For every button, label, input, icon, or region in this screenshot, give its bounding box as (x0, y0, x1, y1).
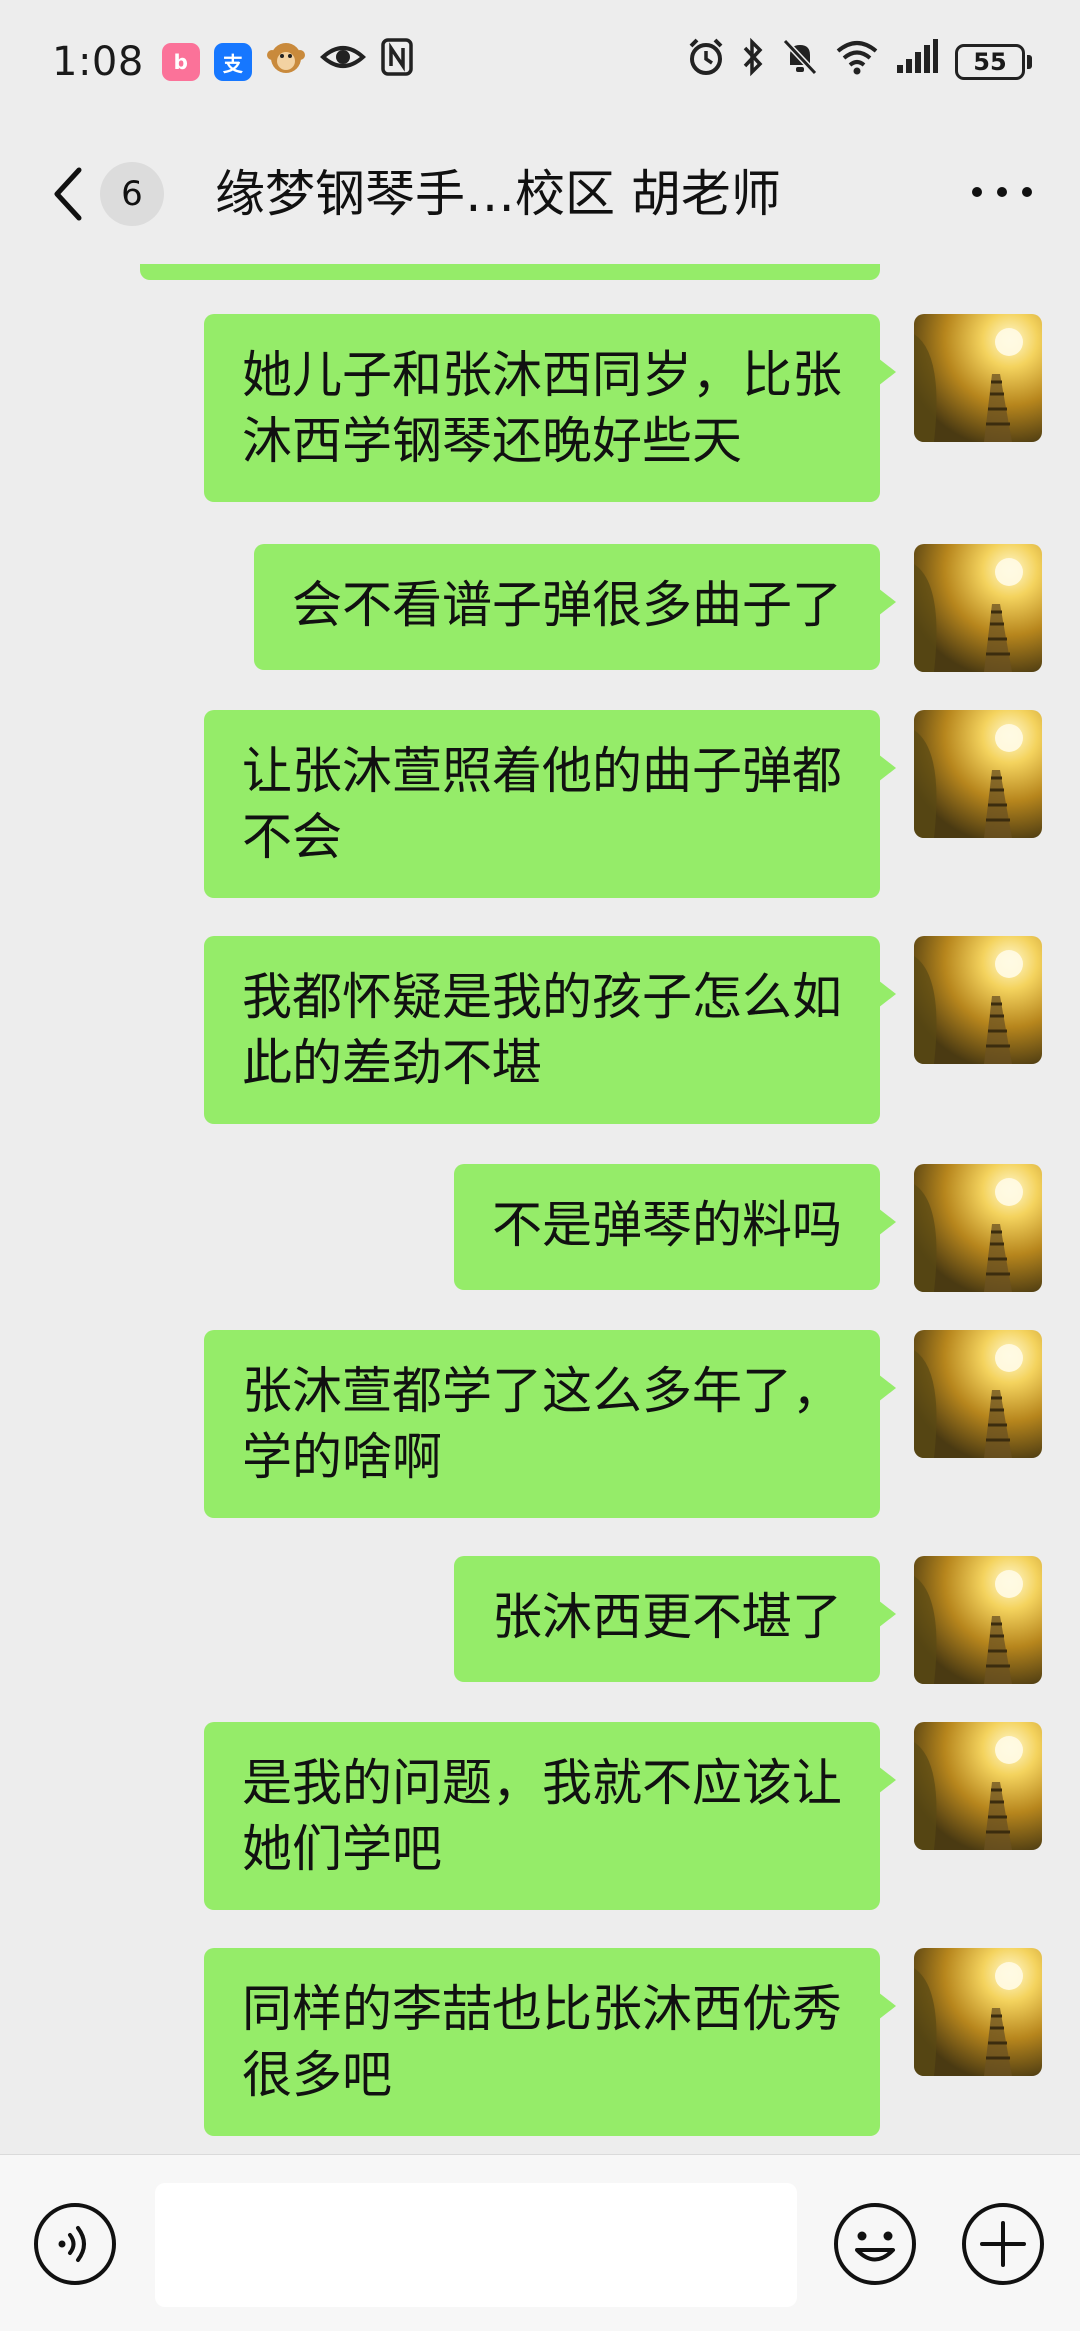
alarm-icon (687, 37, 725, 87)
battery-indicator: 55 (955, 44, 1032, 80)
bilibili-icon: b (161, 43, 200, 81)
mute-icon (781, 37, 819, 87)
message-bubble[interactable]: 张沐萱都学了这么多年了， 学的啥啊 (204, 1330, 896, 1518)
status-bar: 1:08 b 支 55 (0, 0, 1080, 124)
message-bubble-partial[interactable] (140, 264, 880, 280)
message-bubble[interactable]: 同样的李喆也比张沐西优秀 很多吧 (204, 1948, 896, 2136)
smiley-icon (834, 2203, 916, 2285)
sender-avatar[interactable] (914, 710, 1042, 838)
monkey-app-icon (266, 37, 306, 87)
chat-header: 6 缘梦钢琴手…校区 胡老师 (0, 124, 1080, 264)
chevron-left-icon (54, 167, 82, 221)
message-bubble[interactable]: 会不看谱子弹很多曲子了 (254, 544, 896, 670)
voice-icon (34, 2203, 116, 2285)
sender-avatar[interactable] (914, 1556, 1042, 1684)
back-button[interactable] (48, 164, 88, 224)
battery-level: 55 (955, 44, 1025, 80)
status-time: 1:08 (52, 39, 144, 85)
sender-avatar[interactable] (914, 1330, 1042, 1458)
message-input[interactable] (155, 2183, 797, 2307)
unread-count-badge[interactable]: 6 (100, 162, 164, 226)
chat-title: 缘梦钢琴手…校区 胡老师 (215, 165, 781, 223)
sender-avatar[interactable] (914, 314, 1042, 442)
sender-avatar[interactable] (914, 936, 1042, 1064)
message-bubble[interactable]: 张沐西更不堪了 (454, 1556, 896, 1682)
message-bubble[interactable]: 是我的问题，我就不应该让 她们学吧 (204, 1722, 896, 1910)
more-dot-icon (1022, 187, 1032, 197)
more-dot-icon (972, 187, 982, 197)
message-bubble[interactable]: 她儿子和张沐西同岁，比张 沐西学钢琴还晚好些天 (204, 314, 896, 502)
input-bar (0, 2154, 1080, 2331)
sender-avatar[interactable] (914, 1948, 1042, 2076)
bluetooth-icon (741, 37, 765, 87)
system-status: 55 (687, 37, 1032, 87)
message-bubble[interactable]: 我都怀疑是我的孩子怎么如 此的差劲不堪 (204, 936, 896, 1124)
more-dot-icon (997, 187, 1007, 197)
message-list[interactable]: 她儿子和张沐西同岁，比张 沐西学钢琴还晚好些天会不看谱子弹很多曲子了让张沐萱照着… (0, 264, 1080, 2154)
sender-avatar[interactable] (914, 1722, 1042, 1850)
message-bubble[interactable]: 不是弹琴的料吗 (454, 1164, 896, 1290)
sender-avatar[interactable] (914, 544, 1042, 672)
signal-icon (895, 37, 939, 87)
chat-screen: 1:08 b 支 55 6 缘梦钢琴手…校区 胡老师 她儿子和张沐西同岁，比张 … (0, 0, 1080, 2331)
message-bubble[interactable]: 让张沐萱照着他的曲子弹都 不会 (204, 710, 896, 898)
eye-icon (319, 37, 366, 87)
voice-input-button[interactable] (32, 2201, 118, 2287)
more-options-button[interactable] (972, 172, 1032, 212)
notification-icons: b 支 (161, 37, 414, 87)
alipay-icon: 支 (213, 43, 252, 81)
plus-icon (962, 2203, 1044, 2285)
nfc-icon (380, 37, 414, 87)
more-actions-button[interactable] (960, 2201, 1046, 2287)
wifi-icon (835, 37, 879, 87)
sender-avatar[interactable] (914, 1164, 1042, 1292)
emoji-button[interactable] (832, 2201, 918, 2287)
